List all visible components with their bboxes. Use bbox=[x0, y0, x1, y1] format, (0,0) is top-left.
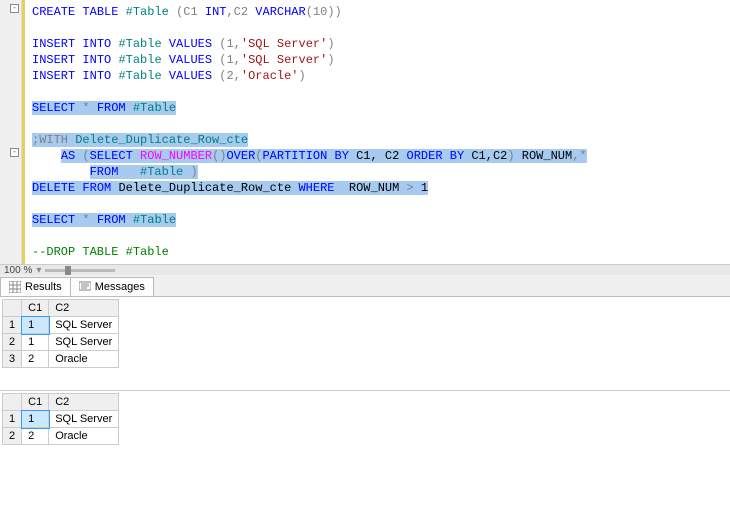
column-header[interactable]: C1 bbox=[22, 394, 49, 411]
row-number[interactable]: 1 bbox=[3, 317, 22, 334]
column-header[interactable]: C2 bbox=[49, 300, 119, 317]
table-row[interactable]: 1 1 SQL Server bbox=[3, 411, 119, 428]
tab-results[interactable]: Results bbox=[0, 277, 71, 296]
table-row[interactable]: 1 1 SQL Server bbox=[3, 317, 119, 334]
zoom-slider[interactable] bbox=[45, 269, 115, 272]
column-header[interactable]: C2 bbox=[49, 394, 119, 411]
cell[interactable]: 2 bbox=[22, 428, 49, 445]
tab-messages-label: Messages bbox=[95, 281, 145, 293]
modified-indicator bbox=[22, 0, 25, 268]
zoom-indicator[interactable]: 100 % ▾ bbox=[0, 264, 730, 275]
zoom-label: 100 % bbox=[4, 265, 32, 276]
message-icon bbox=[79, 281, 91, 293]
cell[interactable]: SQL Server bbox=[49, 317, 119, 334]
row-number[interactable]: 2 bbox=[3, 334, 22, 351]
results-pane: C1 C2 1 1 SQL Server 2 1 SQL Server 3 2 … bbox=[0, 299, 730, 445]
tab-results-label: Results bbox=[25, 281, 62, 293]
table-row[interactable]: 2 2 Oracle bbox=[3, 428, 119, 445]
grid-icon bbox=[9, 281, 21, 293]
code-content[interactable]: CREATE TABLE #Table (C1 INT,C2 VARCHAR(1… bbox=[32, 4, 587, 260]
table-header-row: C1 C2 bbox=[3, 300, 119, 317]
cell[interactable]: 1 bbox=[22, 334, 49, 351]
row-number[interactable]: 2 bbox=[3, 428, 22, 445]
grid-corner[interactable] bbox=[3, 300, 22, 317]
cell[interactable]: SQL Server bbox=[49, 334, 119, 351]
cell[interactable]: 1 bbox=[22, 317, 49, 334]
results-grid-2[interactable]: C1 C2 1 1 SQL Server 2 2 Oracle bbox=[2, 393, 119, 445]
cell[interactable]: 1 bbox=[22, 411, 49, 428]
table-row[interactable]: 3 2 Oracle bbox=[3, 351, 119, 368]
sql-editor[interactable]: - - CREATE TABLE #Table (C1 INT,C2 VARCH… bbox=[0, 0, 730, 275]
row-number[interactable]: 3 bbox=[3, 351, 22, 368]
cell[interactable]: Oracle bbox=[49, 351, 119, 368]
editor-gutter bbox=[0, 0, 22, 275]
cell[interactable]: SQL Server bbox=[49, 411, 119, 428]
fold-icon[interactable]: - bbox=[10, 4, 19, 13]
row-number[interactable]: 1 bbox=[3, 411, 22, 428]
zoom-thumb[interactable] bbox=[65, 266, 71, 275]
results-grid-1[interactable]: C1 C2 1 1 SQL Server 2 1 SQL Server 3 2 … bbox=[2, 299, 119, 368]
cell[interactable]: Oracle bbox=[49, 428, 119, 445]
table-row[interactable]: 2 1 SQL Server bbox=[3, 334, 119, 351]
table-header-row: C1 C2 bbox=[3, 394, 119, 411]
results-tabstrip: Results Messages bbox=[0, 275, 730, 297]
cell[interactable]: 2 bbox=[22, 351, 49, 368]
column-header[interactable]: C1 bbox=[22, 300, 49, 317]
grid-corner[interactable] bbox=[3, 394, 22, 411]
tab-messages[interactable]: Messages bbox=[70, 277, 154, 296]
fold-icon[interactable]: - bbox=[10, 148, 19, 157]
